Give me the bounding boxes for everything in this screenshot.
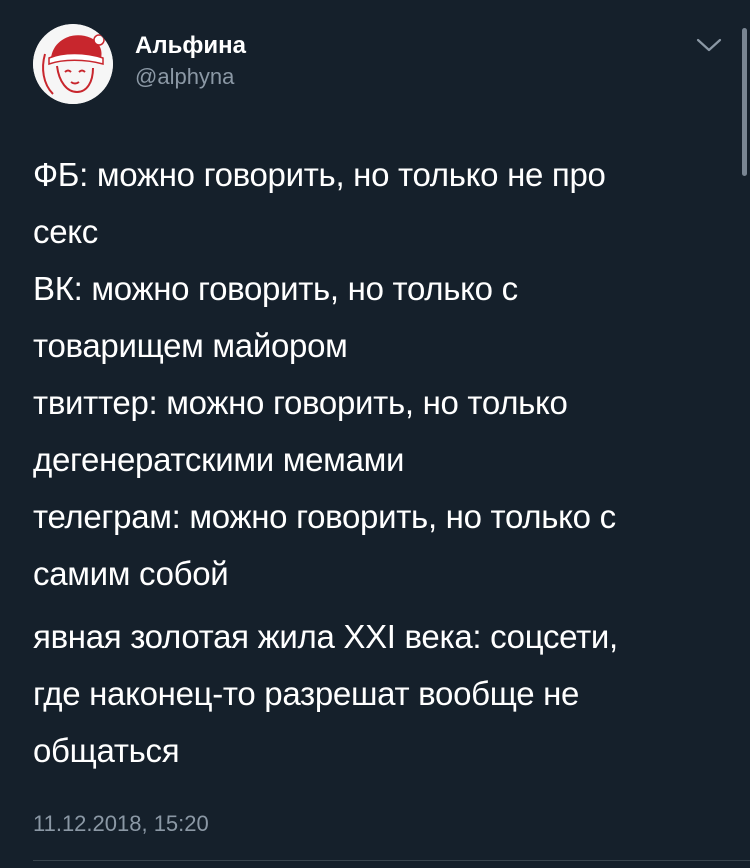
tweet-line: самим собой	[33, 555, 229, 592]
tweet-line: секс	[33, 213, 98, 250]
divider	[33, 860, 750, 861]
scrollbar[interactable]	[742, 28, 747, 176]
chevron-down-icon	[696, 38, 722, 52]
tweet-line: ВК: можно говорить, но только с	[33, 270, 518, 307]
tweet-card: Альфина @alphyna ФБ: можно говорить, но …	[0, 0, 750, 868]
tweet-line: товарищем майором	[33, 327, 348, 364]
tweet-line: дегенератскими мемами	[33, 441, 405, 478]
tweet-line: где наконец-то разрешат вообще не	[33, 675, 580, 712]
author-name[interactable]: Альфина	[135, 32, 246, 60]
tweet-line: твиттер: можно говорить, но только	[33, 384, 568, 421]
tweet-line: телеграм: можно говорить, но только с	[33, 498, 616, 535]
avatar-illustration	[33, 24, 113, 104]
tweet-line: ФБ: можно говорить, но только не про	[33, 156, 606, 193]
author-handle[interactable]: @alphyna	[135, 64, 234, 90]
tweet-text: ФБ: можно говорить, но только не про сек…	[33, 146, 723, 779]
tweet-line: явная золотая жила XXI века: соцсети,	[33, 618, 618, 655]
avatar[interactable]	[33, 24, 113, 104]
more-options-button[interactable]	[694, 34, 724, 56]
tweet-line: общаться	[33, 732, 180, 769]
tweet-timestamp[interactable]: 11.12.2018, 15:20	[33, 810, 209, 838]
